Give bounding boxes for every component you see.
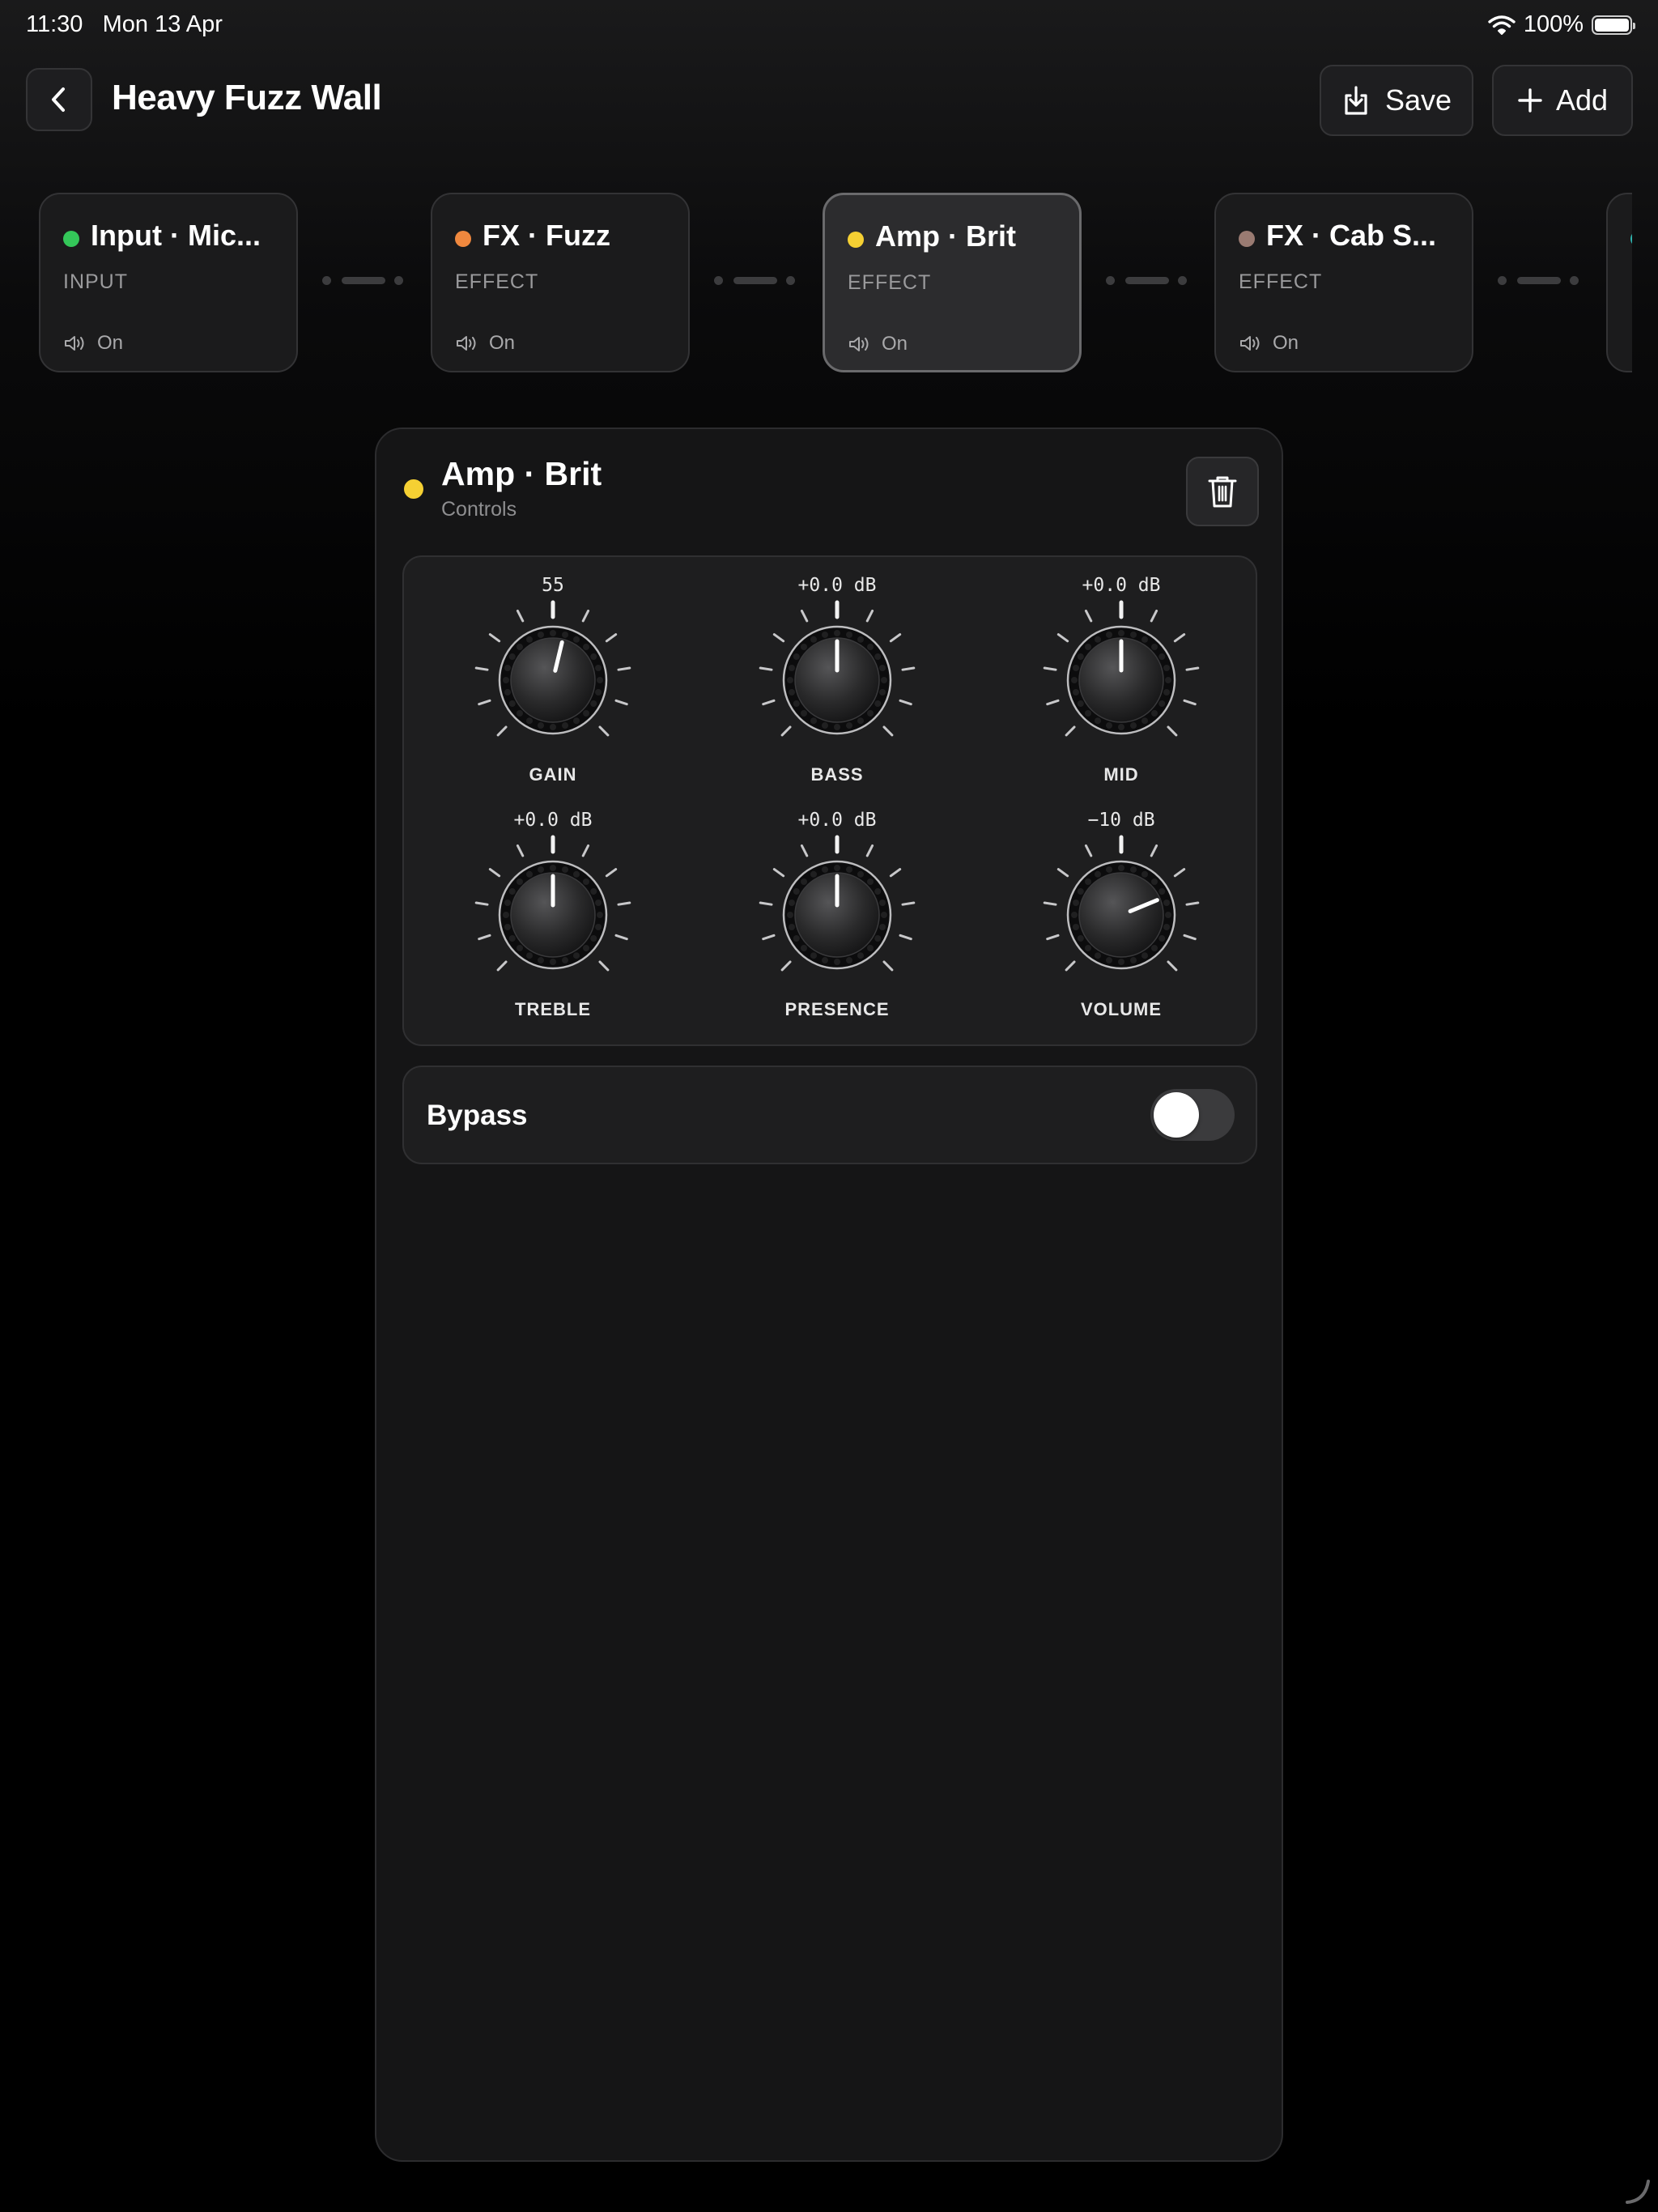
- knob-dial: [759, 600, 916, 737]
- speaker-icon: [65, 336, 84, 351]
- knob-value: −10 dB: [1087, 810, 1155, 831]
- speaker-icon: [849, 337, 869, 351]
- resize-grip-icon[interactable]: [1622, 2176, 1652, 2206]
- chain-node-cab[interactable]: FX · Cab S... EFFECT On: [1214, 193, 1473, 372]
- status-dot: [1239, 231, 1255, 247]
- status-time: 11:30: [26, 11, 83, 37]
- module-title: Amp · Brit: [441, 455, 602, 492]
- plus-icon: [1518, 88, 1542, 113]
- knob-label: BASS: [810, 764, 864, 785]
- chain-node-partial[interactable]: [1606, 193, 1632, 372]
- delete-module-button[interactable]: [1186, 457, 1259, 526]
- chain-node-input[interactable]: Input · Mic... INPUT On: [39, 193, 298, 372]
- knob-bass[interactable]: +0.0 dB BASS: [748, 565, 926, 785]
- knob-value: +0.0 dB: [513, 810, 593, 831]
- battery-percentage: 100%: [1523, 11, 1584, 37]
- node-kind: EFFECT: [1239, 270, 1323, 293]
- node-kind: INPUT: [63, 270, 128, 293]
- knob-label: TREBLE: [515, 999, 591, 1019]
- knob-treble[interactable]: +0.0 dB TREBLE: [464, 800, 642, 1019]
- speaker-icon: [457, 336, 476, 351]
- chain-node-amp[interactable]: Amp · Brit EFFECT On: [823, 193, 1082, 372]
- node-kind: EFFECT: [455, 270, 539, 293]
- node-state-label: On: [97, 332, 124, 354]
- knob-presence[interactable]: +0.0 dB PRESENCE: [748, 800, 926, 1019]
- knob-label: PRESENCE: [784, 999, 890, 1019]
- bypass-label: Bypass: [427, 1100, 528, 1131]
- status-bar-indicators: 100%: [1488, 11, 1635, 38]
- wifi-icon: [1488, 15, 1516, 35]
- node-kind: EFFECT: [848, 271, 932, 294]
- knob-value: +0.0 dB: [797, 810, 877, 831]
- knob-label: GAIN: [529, 764, 577, 785]
- controls-grid: 55 GAIN +0.0 dB BASS +0.0 dB MID +0.0 dB…: [402, 555, 1257, 1046]
- trash-icon: [1208, 476, 1237, 508]
- node-state-label: On: [882, 333, 908, 355]
- chain-node-fuzz[interactable]: FX · Fuzz EFFECT On: [431, 193, 690, 372]
- status-dot: [1630, 231, 1632, 247]
- bypass-row: Bypass: [402, 1066, 1257, 1164]
- chain-connector: [1498, 274, 1587, 285]
- knob-label: VOLUME: [1080, 999, 1163, 1019]
- battery-icon: [1592, 15, 1635, 35]
- save-label: Save: [1384, 83, 1452, 117]
- knob-dial: [759, 835, 916, 972]
- knob-value: +0.0 dB: [1082, 575, 1161, 596]
- knob-dial: [474, 600, 631, 737]
- node-state: On: [455, 332, 515, 355]
- chain-connector: [322, 274, 411, 285]
- toggle-thumb: [1154, 1092, 1199, 1138]
- knob-label: MID: [1103, 764, 1139, 785]
- add-button[interactable]: Add: [1492, 65, 1633, 136]
- knob-dial: [1043, 835, 1200, 972]
- status-bar-clock: 11:30 Mon 13 Apr: [26, 11, 223, 38]
- status-dot: [455, 231, 471, 247]
- chain-connector: [1106, 274, 1195, 285]
- add-label: Add: [1555, 83, 1609, 117]
- knob-value: +0.0 dB: [797, 575, 877, 596]
- node-state-label: On: [1273, 332, 1299, 354]
- node-name: Amp · Brit: [875, 219, 1016, 253]
- node-state: On: [63, 332, 123, 355]
- back-button[interactable]: [26, 68, 92, 131]
- module-color-dot: [404, 479, 423, 499]
- page-title: Heavy Fuzz Wall: [112, 78, 382, 117]
- chain-connector: [714, 274, 803, 285]
- knob-gain[interactable]: 55 GAIN: [464, 565, 642, 785]
- knob-dial: [474, 835, 631, 972]
- status-dot: [848, 232, 864, 248]
- node-state: On: [1239, 332, 1299, 355]
- bypass-toggle[interactable]: [1150, 1089, 1235, 1141]
- node-name: FX · Fuzz: [483, 219, 610, 252]
- knob-mid[interactable]: +0.0 dB MID: [1032, 565, 1210, 785]
- knob-value: 55: [542, 575, 564, 596]
- status-date: Mon 13 Apr: [102, 11, 223, 37]
- knob-volume[interactable]: −10 dB VOLUME: [1032, 800, 1210, 1019]
- node-state: On: [848, 333, 908, 355]
- node-state-label: On: [489, 332, 516, 354]
- module-subtitle: Controls: [441, 498, 517, 521]
- node-name: FX · Cab S...: [1266, 219, 1437, 252]
- save-button[interactable]: Save: [1320, 65, 1473, 136]
- status-dot: [63, 231, 79, 247]
- speaker-icon: [1240, 336, 1260, 351]
- signal-chain: Input · Mic... INPUT On FX · Fuzz EFFECT…: [0, 186, 1632, 381]
- module-detail-panel: Amp · Brit Controls 55 GAIN +0.0 dB BASS…: [375, 428, 1283, 2162]
- save-download-icon: [1345, 86, 1367, 115]
- node-name: Input · Mic...: [91, 219, 261, 252]
- chevron-left-icon: [52, 87, 65, 112]
- knob-dial: [1043, 600, 1200, 737]
